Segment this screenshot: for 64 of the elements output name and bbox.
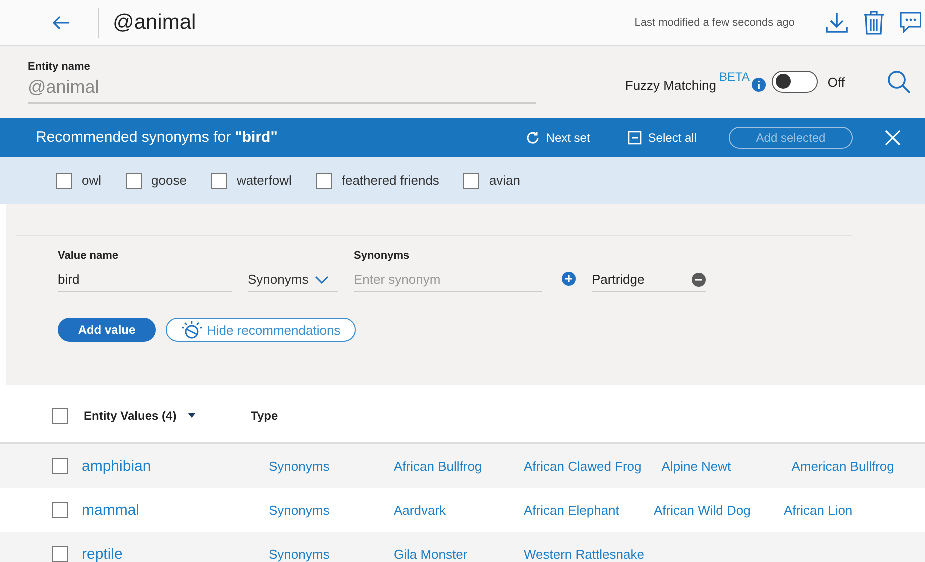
remove-icon[interactable] xyxy=(692,272,706,286)
add-value-button[interactable]: Add value xyxy=(58,318,156,342)
info-icon[interactable] xyxy=(752,78,766,92)
synonym-cell: Western Rattlesnake xyxy=(524,546,644,562)
modified-text: Last modified a few seconds ago xyxy=(634,16,795,28)
trash-icon[interactable] xyxy=(863,10,885,34)
column-header: Type xyxy=(251,409,278,423)
next-set-button[interactable]: Next set xyxy=(520,130,596,146)
fuzzy-matching-label: Fuzzy Matching xyxy=(625,78,716,92)
synonym-field[interactable]: Enter synonym xyxy=(354,268,542,292)
chat-icon[interactable] xyxy=(899,10,921,34)
synonym-cell-text: African Bullfrog xyxy=(394,458,484,474)
synonym-cell-text: African Lion xyxy=(784,502,854,518)
value-name-label: Value name xyxy=(58,250,120,262)
synonyms-label: Synonyms xyxy=(354,250,411,262)
refresh-icon xyxy=(526,130,540,144)
hide-recommendations-button[interactable]: Hide recommendations xyxy=(166,318,356,342)
synonym-text: Partridge xyxy=(592,272,645,287)
synonym-option[interactable]: owl xyxy=(82,173,102,188)
synonym-cell-text: Gila Monster xyxy=(394,546,469,562)
synonym-cell-text: Aardvark xyxy=(394,502,448,518)
entity-value-link[interactable]: mammal xyxy=(82,502,269,518)
synonym-option[interactable]: avian xyxy=(489,173,521,188)
add-icon[interactable] xyxy=(562,272,576,286)
synonym-cell-text: Alpine Newt xyxy=(662,458,732,474)
entity-name-field[interactable]: @animal xyxy=(28,72,536,104)
download-icon[interactable] xyxy=(825,12,849,34)
sort-caret-icon[interactable] xyxy=(186,413,197,419)
fuzzy-toggle[interactable] xyxy=(772,71,818,93)
checkbox[interactable] xyxy=(463,172,480,188)
checkbox[interactable] xyxy=(126,172,142,188)
checkbox[interactable] xyxy=(210,172,227,188)
synonym-option[interactable]: goose xyxy=(152,173,187,188)
search-icon[interactable] xyxy=(887,70,911,94)
column-header[interactable]: Entity Values (4) xyxy=(84,409,251,423)
entity-name-label: Entity name xyxy=(28,60,92,72)
row-checkbox[interactable] xyxy=(52,458,68,474)
value-name-field[interactable]: bird xyxy=(58,268,232,292)
synonym-option[interactable]: feathered friends xyxy=(342,173,440,188)
synonym-cell: African Clawed Frog xyxy=(524,458,642,474)
beta-label: BETA xyxy=(719,70,750,84)
entity-value-link[interactable]: amphibian xyxy=(82,458,269,474)
recommendations-title: Recommended synonyms for "bird" xyxy=(36,129,278,146)
type-cell-text: Synonyms xyxy=(269,458,331,474)
checkbox[interactable] xyxy=(316,172,332,188)
toggle-state: Off xyxy=(828,74,845,90)
type-cell-text: Synonyms xyxy=(269,546,331,562)
synonym-cell-text: African Wild Dog xyxy=(654,502,752,518)
select-all-checkbox[interactable] xyxy=(52,408,68,424)
lightbulb-icon xyxy=(181,320,203,340)
row-checkbox[interactable] xyxy=(52,546,68,562)
checkbox[interactable] xyxy=(56,172,72,188)
close-icon[interactable] xyxy=(885,130,901,146)
page-title: @animal xyxy=(113,10,196,34)
minus-box-icon xyxy=(628,130,642,144)
select-all-button[interactable]: Select all xyxy=(622,130,703,146)
type-cell-text: Synonyms xyxy=(269,502,331,518)
synonym-cell-text: African Elephant xyxy=(524,502,620,518)
synonym-option[interactable]: waterfowl xyxy=(236,173,292,188)
chevron-down-icon xyxy=(314,276,329,284)
synonym-cell-text: American Bullfrog xyxy=(792,458,896,474)
row-checkbox[interactable] xyxy=(52,502,68,518)
entity-value-link[interactable]: reptile xyxy=(82,546,269,562)
type-dropdown[interactable]: Synonyms xyxy=(248,268,338,292)
